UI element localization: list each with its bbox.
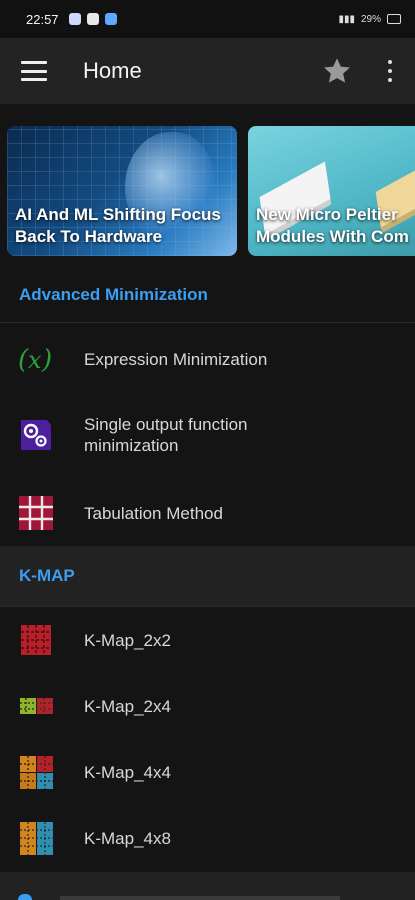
item-label: K-Map_4x4 (84, 762, 171, 782)
next-section-icon (18, 894, 32, 900)
page-title: Home (83, 58, 142, 83)
news-card-title: New Micro Peltier Modules With Com (256, 204, 415, 248)
item-label: K-Map_4x8 (84, 828, 171, 848)
kmap-list: K-Map_2x2 K-Map_2x4 K-Map_4x4 K-Map_4x8 (0, 606, 415, 872)
list-item-kmap-2x4[interactable]: K-Map_2x4 (0, 681, 415, 731)
svg-text:): ) (41, 345, 52, 375)
list-item-kmap-4x8[interactable]: K-Map_4x8 (0, 813, 415, 863)
kmap-2x4-icon (20, 698, 53, 714)
notification-icon (104, 13, 117, 25)
battery-percent: 29% (360, 13, 381, 25)
grid-table-icon (19, 496, 53, 530)
list-item-expression-minimization[interactable]: ( x ) Expression Minimization (0, 333, 415, 385)
svg-text:x: x (28, 346, 42, 374)
news-card-title-line2: Back To Hardware (15, 227, 163, 246)
menu-icon[interactable] (21, 61, 47, 81)
news-card[interactable]: New Micro Peltier Modules With Com (248, 126, 415, 256)
item-label: K-Map_2x4 (84, 696, 171, 716)
list-item-single-output-minimization[interactable]: Single output function minimization (0, 408, 415, 462)
system-icons: ▮▮▮ 29% (338, 14, 401, 25)
battery-icon (387, 14, 401, 24)
kmap-2x2-icon (21, 625, 51, 655)
section-header-kmap: K-MAP (0, 546, 415, 606)
notification-icon (68, 13, 81, 25)
news-card-title-line1: New Micro Peltier (256, 205, 398, 224)
notification-icon (86, 13, 99, 25)
advanced-minimization-list: ( x ) Expression Minimization Single out… (0, 322, 415, 544)
more-vert-icon[interactable] (385, 60, 395, 82)
list-item-kmap-4x4[interactable]: K-Map_4x4 (0, 747, 415, 797)
section-header-advanced-minimization: Advanced Minimization (0, 270, 415, 320)
news-card-title-line1: AI And ML Shifting Focus (15, 205, 221, 224)
notification-icons (68, 13, 117, 25)
news-carousel[interactable]: AI And ML Shifting Focus Back To Hardwar… (0, 104, 415, 274)
next-section-divider (60, 896, 340, 900)
item-label-line1: Single output function (84, 415, 248, 434)
item-label: Expression Minimization (84, 349, 268, 369)
status-bar: 22:57 ▮▮▮ 29% (0, 0, 415, 38)
signal-icon: ▮▮▮ (338, 13, 355, 25)
app-bar: Home (0, 38, 415, 104)
kmap-4x4-icon (20, 756, 53, 789)
star-icon[interactable] (320, 55, 354, 87)
news-card-title-line2: Modules With Com (256, 227, 409, 246)
news-card[interactable]: AI And ML Shifting Focus Back To Hardwar… (7, 126, 237, 256)
list-item-kmap-2x2[interactable]: K-Map_2x2 (0, 615, 415, 665)
item-label-line2: minimization (84, 436, 179, 455)
item-label: Tabulation Method (84, 503, 223, 523)
item-label: Single output function minimization (84, 414, 248, 456)
news-card-title: AI And ML Shifting Focus Back To Hardwar… (15, 204, 233, 248)
next-section-peek (0, 872, 415, 900)
gears-icon (21, 420, 51, 450)
function-x-icon: ( x ) (18, 345, 52, 375)
list-item-tabulation-method[interactable]: Tabulation Method (0, 487, 415, 539)
status-time: 22:57 (26, 11, 59, 27)
item-label: K-Map_2x2 (84, 630, 171, 650)
kmap-4x8-icon (20, 822, 53, 855)
